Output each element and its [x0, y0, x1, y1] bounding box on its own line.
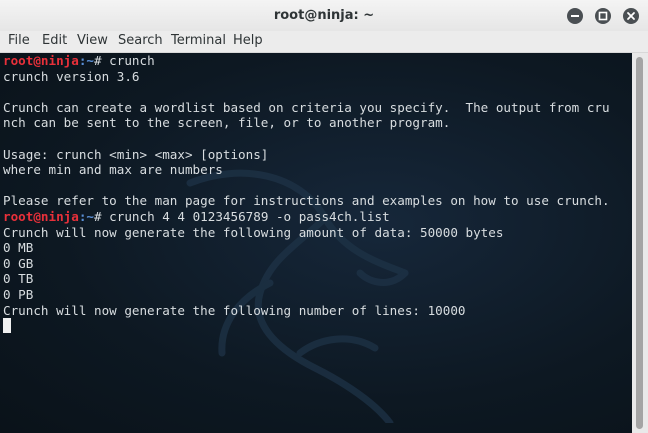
- title-bar[interactable]: root@ninja: ~: [0, 0, 648, 32]
- minimize-icon: [571, 15, 579, 17]
- menu-file[interactable]: File: [8, 33, 30, 48]
- maximize-button[interactable]: [595, 8, 611, 24]
- terminal-output: root@ninja:~# crunch crunch version 3.6 …: [3, 53, 610, 334]
- output-line: crunch version 3.6: [3, 68, 140, 84]
- maximize-icon: [598, 11, 608, 21]
- close-icon: [627, 12, 635, 20]
- output-line: Crunch will now generate the following n…: [3, 302, 466, 318]
- output-line: Crunch will now generate the following a…: [3, 224, 504, 240]
- output-line: 0 GB: [3, 255, 34, 271]
- prompt-path: :~: [78, 208, 94, 224]
- command-line: crunch 4 4 0123456789 -o pass4ch.list: [109, 208, 390, 224]
- scrollbar-thumb[interactable]: [636, 57, 643, 429]
- output-line: Please refer to the man page for instruc…: [3, 193, 610, 209]
- prompt-symbol: #: [94, 53, 110, 68]
- menu-help[interactable]: Help: [233, 33, 263, 48]
- vertical-scrollbar[interactable]: [632, 53, 648, 433]
- prompt-user: root@ninja: [3, 208, 79, 224]
- menu-terminal[interactable]: Terminal: [171, 33, 226, 48]
- terminal-area[interactable]: root@ninja:~# crunch crunch version 3.6 …: [0, 53, 632, 433]
- prompt-path: :~: [78, 53, 94, 68]
- menu-search[interactable]: Search: [118, 33, 163, 48]
- close-button[interactable]: [623, 8, 639, 24]
- prompt-user: root@ninja: [3, 53, 79, 68]
- output-line: where min and max are numbers: [3, 162, 223, 178]
- prompt-symbol: #: [94, 208, 110, 224]
- output-line: nch can be sent to the screen, file, or …: [3, 115, 451, 131]
- minimize-button[interactable]: [567, 8, 583, 24]
- menu-view[interactable]: View: [77, 33, 108, 48]
- output-line: Usage: crunch <min> <max> [options]: [3, 146, 269, 162]
- output-line: 0 TB: [3, 271, 34, 287]
- window-title: root@ninja: ~: [273, 8, 375, 23]
- output-line: 0 MB: [3, 240, 34, 256]
- menu-edit[interactable]: Edit: [42, 33, 67, 48]
- output-line: 0 PB: [3, 286, 34, 302]
- terminal-window: root@ninja: ~ File Edit View Search Term…: [0, 0, 648, 433]
- text-cursor: [3, 318, 11, 334]
- command-line: crunch: [109, 53, 155, 68]
- output-line: Crunch can create a wordlist based on cr…: [3, 99, 610, 115]
- menu-bar: File Edit View Search Terminal Help: [0, 31, 648, 53]
